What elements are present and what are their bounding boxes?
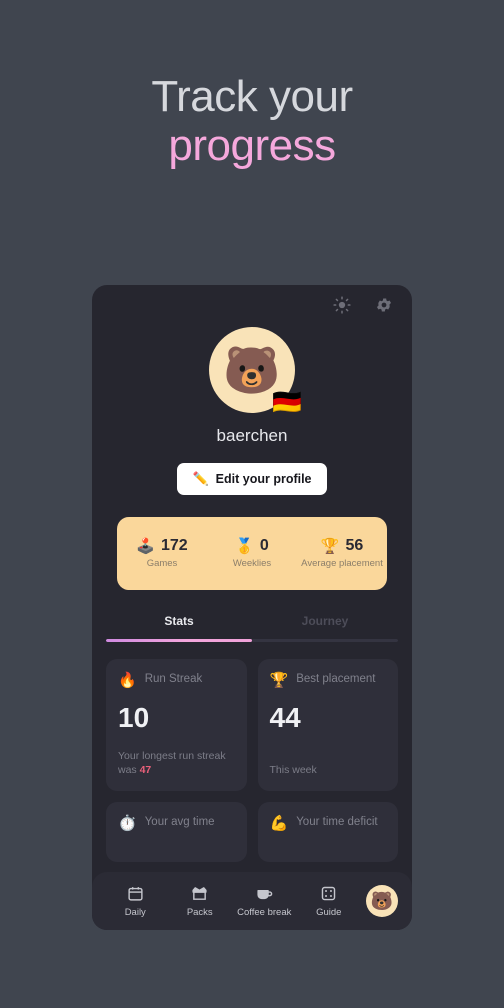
avg-time-title: Your avg time [144,816,215,828]
stat-card-time-deficit[interactable]: 💪 Your time deficit [257,802,398,862]
stopwatch-icon: ⏱️ [118,815,137,832]
tab-underline [106,639,398,642]
tab-journey[interactable]: Journey [252,614,398,639]
trophy-icon: 🏆 [269,672,289,689]
stat-card-avg-time[interactable]: ⏱️ Your avg time [106,802,247,862]
sun-icon[interactable] [332,295,352,315]
average-placement-label: Average placement [301,558,383,570]
nav-item-daily[interactable]: Daily [104,885,167,918]
best-placement-title: Best placement [296,673,376,685]
best-placement-value: 44 [269,701,301,733]
nav-avatar-bear-icon[interactable]: 🐻 [366,885,398,917]
nav-label-daily: Daily [124,906,146,918]
dice-icon [320,885,338,903]
nav-label-coffee-break: Coffee break [237,906,292,918]
stat-card-run-streak[interactable]: 🔥 Run Streak 10 Your longest run streak … [106,659,247,791]
time-deficit-title: Your time deficit [296,816,378,828]
weeklies-value: 0 [259,537,269,555]
phone-mockup: 🐻 🇩🇪 baerchen ✏️ Edit your profile 🕹️ 17… [92,285,412,930]
run-streak-value: 10 [118,701,150,733]
summary-strip: 🕹️ 172 Games 🥇 0 Weeklies 🏆 56 Average p… [117,517,387,590]
stat-cards-partial: ⏱️ Your avg time 💪 Your time deficit [106,802,398,862]
edit-profile-button[interactable]: ✏️ Edit your profile [177,463,327,495]
joystick-icon: 🕹️ [136,537,155,555]
run-streak-title: Run Streak [144,673,203,685]
run-streak-footer-highlight: 47 [139,763,152,776]
flag-badge-icon: 🇩🇪 [272,389,302,416]
avatar[interactable]: 🐻 🇩🇪 [209,327,302,415]
run-streak-footer: Your longest run streak was 47 [118,737,235,777]
pencil-icon: ✏️ [192,471,209,486]
edit-profile-label: Edit your profile [215,472,312,486]
nav-item-coffee-break[interactable]: Coffee break [233,885,296,918]
bottom-navigation: Daily Packs Coffee break Guide 🐻 [92,872,412,930]
summary-cell-weeklies[interactable]: 🥇 0 Weeklies [207,517,297,590]
fire-icon: 🔥 [118,672,137,689]
gift-box-icon [191,885,209,903]
tab-underline-inactive [252,639,398,642]
tabs: Stats Journey [106,614,398,642]
stat-cards: 🔥 Run Streak 10 Your longest run streak … [106,659,398,791]
username-label: baerchen [216,426,288,445]
nav-item-packs[interactable]: Packs [169,885,232,918]
stat-card-best-placement[interactable]: 🏆 Best placement 44 This week [257,659,398,791]
games-label: Games [146,558,178,570]
run-streak-footer-text: Your longest run streak was [118,749,226,776]
page-title: Track your progress [0,72,504,171]
weeklies-label: Weeklies [232,558,272,570]
nav-item-guide[interactable]: Guide [298,885,361,918]
summary-cell-games[interactable]: 🕹️ 172 Games [117,517,207,590]
page-title-line-2: progress [168,121,336,171]
page-title-line-1: Track your [151,72,353,121]
trophy-icon: 🏆 [320,537,340,555]
average-placement-value: 56 [345,537,364,555]
calendar-icon [126,885,144,903]
best-placement-footer-text: This week [269,763,317,776]
coffee-cup-icon [255,885,273,903]
summary-cell-average-placement[interactable]: 🏆 56 Average placement [297,517,387,590]
tab-underline-active [106,639,252,642]
flexed-biceps-icon: 💪 [269,815,289,832]
nav-label-packs: Packs [186,906,213,918]
gear-icon[interactable] [374,295,394,315]
app-topbar [332,285,412,325]
tab-stats[interactable]: Stats [106,614,252,639]
medal-icon: 🥇 [235,537,254,555]
nav-label-guide: Guide [316,906,342,918]
best-placement-footer: This week [270,751,387,777]
games-value: 172 [160,537,188,555]
